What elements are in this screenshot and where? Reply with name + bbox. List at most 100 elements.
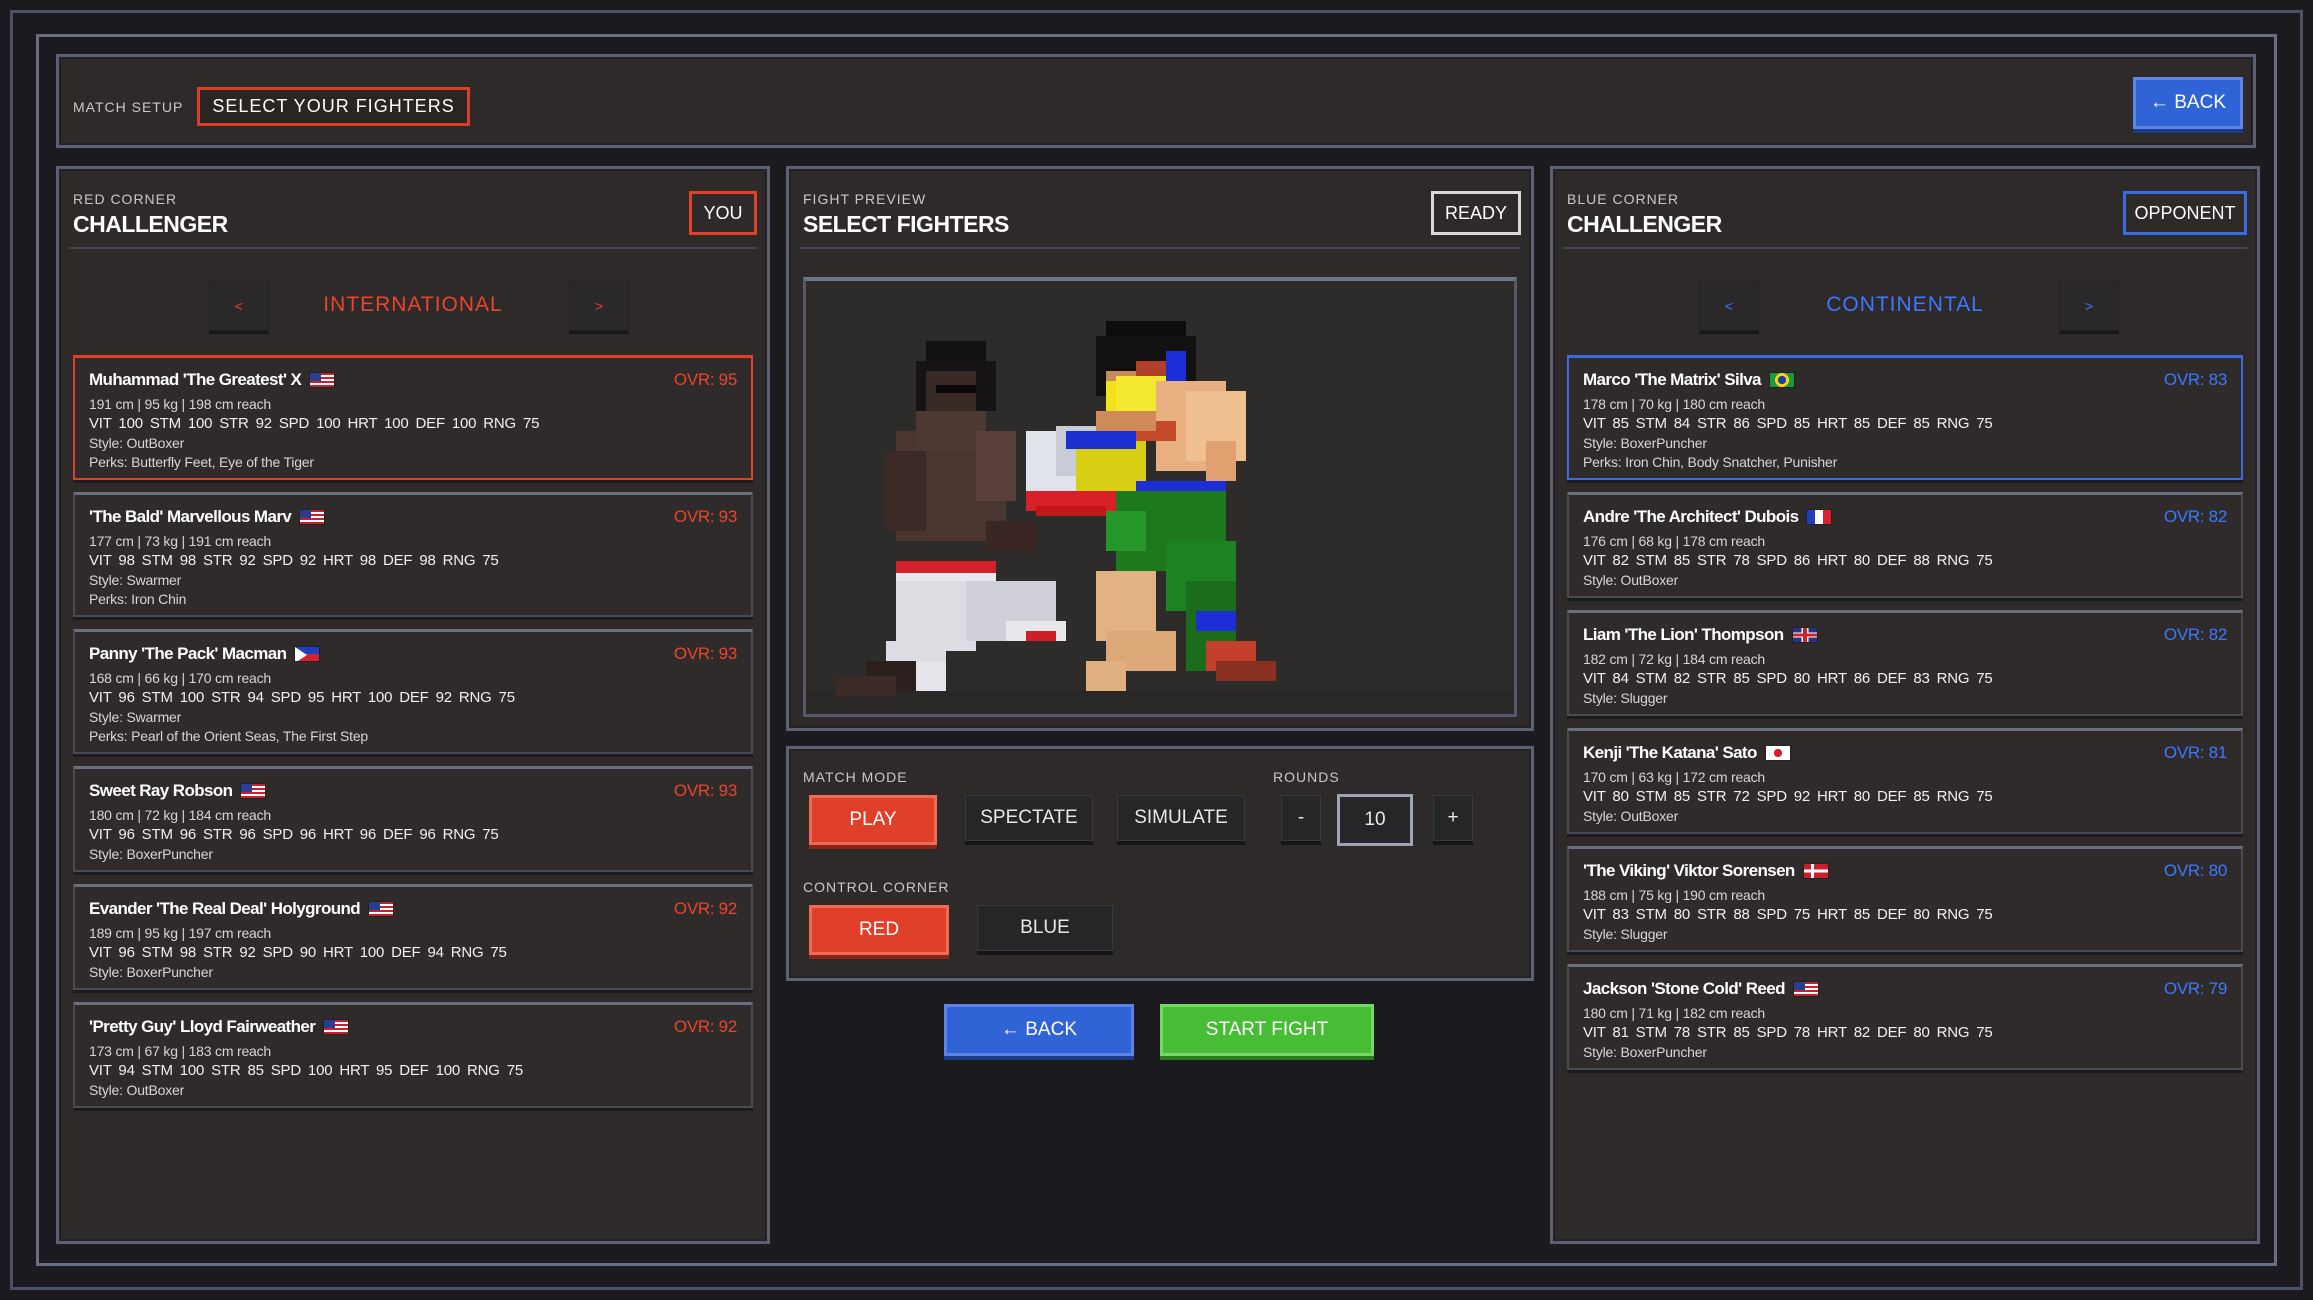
fighter-card[interactable]: Evander 'The Real Deal' Holyground OVR: 9… xyxy=(73,884,753,990)
fighter-name-row: Evander 'The Real Deal' Holyground xyxy=(89,899,737,919)
blue-fighter-list[interactable]: Marco 'The Matrix' Silva OVR: 83 178 cm | … xyxy=(1567,355,2243,1233)
fighter-card[interactable]: Marco 'The Matrix' Silva OVR: 83 178 cm | … xyxy=(1567,355,2243,480)
red-region-next-button[interactable]: > xyxy=(569,281,629,331)
fighter-measurements: 173 cm | 67 kg | 183 cm reach xyxy=(89,1043,272,1059)
fighter-style: Style: Swarmer xyxy=(89,572,182,588)
fighter-card[interactable]: Muhammad 'The Greatest' X OVR: 95 191 cm |… xyxy=(73,355,753,480)
fighter-style: Style: BoxerPuncher xyxy=(1583,435,1707,451)
start-fight-button[interactable]: START FIGHT xyxy=(1160,1004,1374,1056)
fighter-card[interactable]: Jackson 'Stone Cold' Reed OVR: 79 180 cm |… xyxy=(1567,964,2243,1070)
fighter-stats: VIT 96 STM 98 STR 92 SPD 90 HRT 100 DEF … xyxy=(89,944,507,961)
fighter-measurements: 189 cm | 95 kg | 197 cm reach xyxy=(89,925,272,941)
fighter-name: Evander 'The Real Deal' Holyground xyxy=(89,899,361,918)
fighter-style: Style: OutBoxer xyxy=(89,1082,185,1098)
rounds-value-field[interactable]: 10 xyxy=(1337,794,1413,846)
fighter-style: Style: Slugger xyxy=(1583,690,1668,706)
fighter-style: Style: Slugger xyxy=(1583,926,1668,942)
play-mode-button[interactable]: PLAY xyxy=(809,795,937,845)
fighter-name: Liam 'The Lion' Thompson xyxy=(1583,625,1784,644)
us-flag-icon xyxy=(299,509,326,525)
fighter-ovr: OVR: 93 xyxy=(673,507,737,526)
fighter-ovr: OVR: 80 xyxy=(2163,861,2227,880)
fighter-name: Panny 'The Pack' Macman xyxy=(89,644,287,663)
fighter-card[interactable]: Kenji 'The Katana' Sato OVR: 81 170 cm | 6… xyxy=(1567,728,2243,834)
dk-flag-icon xyxy=(1802,863,1829,879)
fighter-style: Style: BoxerPuncher xyxy=(89,846,213,862)
rounds-decrement-button[interactable]: - xyxy=(1281,795,1321,841)
fighter-name: Muhammad 'The Greatest' X xyxy=(89,370,302,389)
fighter-perks: Perks: Iron Chin, Body Snatcher, Punishe… xyxy=(1583,454,1838,470)
fighter-stats: VIT 81 STM 78 STR 85 SPD 78 HRT 82 DEF 8… xyxy=(1583,1024,1993,1041)
fighter-card[interactable]: 'The Viking' Viktor Sorensen OVR: 80 188 c… xyxy=(1567,846,2243,952)
control-corner-label: CONTROL CORNER xyxy=(803,879,950,895)
fighter-measurements: 191 cm | 95 kg | 198 cm reach xyxy=(89,396,272,412)
us-flag-icon xyxy=(323,1019,350,1035)
fighter-style: Style: OutBoxer xyxy=(1583,572,1679,588)
fighter-name: Sweet Ray Robson xyxy=(89,781,233,800)
blue-region-name: CONTINENTAL xyxy=(1826,293,1984,316)
fighter-style: Style: OutBoxer xyxy=(1583,808,1679,824)
header-back-button[interactable]: ← BACK xyxy=(2133,77,2243,129)
control-blue-button[interactable]: BLUE xyxy=(977,905,1113,951)
spectate-mode-button[interactable]: SPECTATE xyxy=(965,795,1093,841)
us-flag-icon xyxy=(309,372,336,388)
fighter-measurements: 170 cm | 63 kg | 172 cm reach xyxy=(1583,769,1766,785)
fighter-name-row: Liam 'The Lion' Thompson xyxy=(1583,625,2227,645)
header-label: MATCH SETUP xyxy=(73,98,184,115)
fighter-style: Style: BoxerPuncher xyxy=(89,964,213,980)
fighter-name: 'Pretty Guy' Lloyd Fairweather xyxy=(89,1017,316,1036)
fighter-card[interactable]: 'The Bald' Marvellous Marv OVR: 93 177 cm … xyxy=(73,492,753,617)
fighter-measurements: 182 cm | 72 kg | 184 cm reach xyxy=(1583,651,1766,667)
blue-region-next-button[interactable]: > xyxy=(2059,281,2119,331)
fighter-card[interactable]: 'Pretty Guy' Lloyd Fairweather OVR: 92 173… xyxy=(73,1002,753,1108)
fighter-name: Kenji 'The Katana' Sato xyxy=(1583,743,1757,762)
fighter-name: 'The Bald' Marvellous Marv xyxy=(89,507,292,526)
fighter-stats: VIT 82 STM 85 STR 78 SPD 86 HRT 80 DEF 8… xyxy=(1583,552,1993,569)
fighter-card[interactable]: Andre 'The Architect' Dubois OVR: 82 176 c… xyxy=(1567,492,2243,598)
fighter-stats: VIT 96 STM 96 STR 96 SPD 96 HRT 96 DEF 9… xyxy=(89,826,499,843)
fighter-perks: Perks: Butterfly Feet, Eye of the Tiger xyxy=(89,454,314,470)
blue-corner-title: CHALLENGER xyxy=(1567,211,1722,237)
red-fighter-list[interactable]: Muhammad 'The Greatest' X OVR: 95 191 cm |… xyxy=(73,355,753,1233)
ph-flag-icon xyxy=(294,646,321,662)
pixel-fighters-art xyxy=(806,321,1514,714)
rounds-increment-button[interactable]: + xyxy=(1433,795,1473,841)
simulate-mode-button[interactable]: SIMULATE xyxy=(1117,795,1245,841)
fighter-card[interactable]: Sweet Ray Robson OVR: 93 180 cm | 72 kg | … xyxy=(73,766,753,872)
fighter-name: Andre 'The Architect' Dubois xyxy=(1583,507,1799,526)
fighter-name: 'The Viking' Viktor Sorensen xyxy=(1583,861,1795,880)
fighter-style: Style: BoxerPuncher xyxy=(1583,1044,1707,1060)
fighter-ovr: OVR: 93 xyxy=(673,781,737,800)
fighter-name-row: Panny 'The Pack' Macman xyxy=(89,644,737,664)
fighter-name: Marco 'The Matrix' Silva xyxy=(1583,370,1762,389)
red-corner-title: CHALLENGER xyxy=(73,211,228,237)
fighter-measurements: 188 cm | 75 kg | 190 cm reach xyxy=(1583,887,1766,903)
red-corner-label: RED CORNER xyxy=(73,191,178,207)
fighter-ovr: OVR: 82 xyxy=(2163,507,2227,526)
fighter-name-row: 'The Bald' Marvellous Marv xyxy=(89,507,737,527)
fighter-ovr: OVR: 93 xyxy=(673,644,737,663)
red-corner-panel: RED CORNER CHALLENGER YOU < INTERNATIONA… xyxy=(56,166,770,1244)
fighter-measurements: 180 cm | 71 kg | 182 cm reach xyxy=(1583,1005,1766,1021)
back-button[interactable]: ← BACK xyxy=(944,1004,1134,1056)
gb-flag-icon xyxy=(1791,627,1818,643)
fighter-ovr: OVR: 95 xyxy=(673,370,737,389)
fighter-perks: Perks: Pearl of the Orient Seas, The Fir… xyxy=(89,728,369,744)
us-flag-icon xyxy=(1792,981,1819,997)
blue-region-selector: < CONTINENTAL > xyxy=(1553,281,2257,331)
fighter-card[interactable]: Panny 'The Pack' Macman OVR: 93 168 cm | 6… xyxy=(73,629,753,754)
fighter-ovr: OVR: 79 xyxy=(2163,979,2227,998)
rounds-label: ROUNDS xyxy=(1273,769,1340,785)
fighter-name-row: 'The Viking' Viktor Sorensen xyxy=(1583,861,2227,881)
fighter-name-row: Sweet Ray Robson xyxy=(89,781,737,801)
fighter-stats: VIT 83 STM 80 STR 88 SPD 75 HRT 85 DEF 8… xyxy=(1583,906,1993,923)
control-red-button[interactable]: RED xyxy=(809,905,949,955)
blue-corner-label: BLUE CORNER xyxy=(1567,191,1680,207)
fighter-measurements: 178 cm | 70 kg | 180 cm reach xyxy=(1583,396,1766,412)
fight-preview-title: SELECT FIGHTERS xyxy=(803,211,1009,237)
fighter-measurements: 168 cm | 66 kg | 170 cm reach xyxy=(89,670,272,686)
fighter-ovr: OVR: 92 xyxy=(673,899,737,918)
fighter-name-row: Kenji 'The Katana' Sato xyxy=(1583,743,2227,763)
fighter-card[interactable]: Liam 'The Lion' Thompson OVR: 82 182 cm | … xyxy=(1567,610,2243,716)
fighter-name-row: 'Pretty Guy' Lloyd Fairweather xyxy=(89,1017,737,1037)
